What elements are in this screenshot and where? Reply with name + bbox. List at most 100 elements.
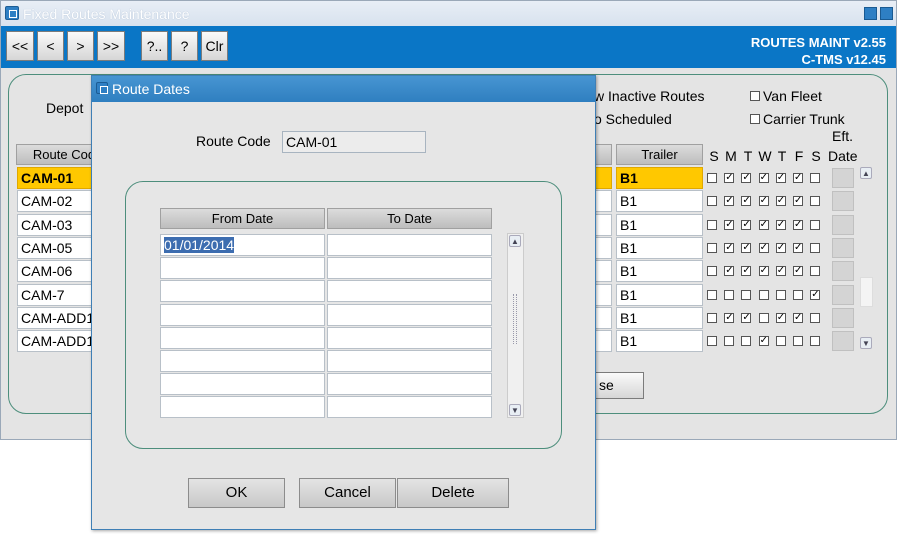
day-checkbox[interactable]: ✓ bbox=[724, 173, 735, 183]
day-checkbox[interactable] bbox=[741, 336, 752, 347]
first-record-button[interactable]: << bbox=[6, 31, 34, 61]
eft-date-button[interactable] bbox=[832, 237, 854, 258]
to-date-cell[interactable] bbox=[327, 234, 492, 256]
to-date-cell[interactable] bbox=[327, 326, 492, 349]
day-checkbox[interactable] bbox=[810, 196, 821, 207]
day-checkbox[interactable]: ✓ bbox=[775, 266, 786, 277]
day-checkbox[interactable]: ✓ bbox=[741, 196, 752, 207]
hidden-column-cell[interactable] bbox=[594, 190, 612, 213]
eft-date-button[interactable] bbox=[832, 284, 854, 305]
trailer-cell[interactable]: B1 bbox=[616, 306, 703, 329]
day-checkbox[interactable] bbox=[793, 289, 803, 300]
trailer-cell[interactable]: B1 bbox=[616, 167, 703, 189]
day-checkbox[interactable] bbox=[707, 289, 717, 300]
trailer-cell[interactable]: B1 bbox=[616, 330, 703, 353]
eft-date-button[interactable] bbox=[832, 307, 854, 328]
day-checkbox[interactable] bbox=[741, 289, 752, 300]
day-checkbox[interactable]: ✓ bbox=[775, 219, 786, 230]
day-checkbox[interactable]: ✓ bbox=[741, 266, 752, 277]
from-date-cell[interactable] bbox=[160, 396, 325, 419]
from-date-cell[interactable] bbox=[160, 373, 325, 396]
hidden-column-cell[interactable] bbox=[594, 236, 612, 259]
day-checkbox[interactable] bbox=[707, 173, 717, 183]
clear-button[interactable]: Clr bbox=[201, 31, 228, 61]
day-checkbox[interactable]: ✓ bbox=[741, 219, 752, 230]
day-checkbox[interactable] bbox=[810, 312, 821, 323]
scroll-down-icon[interactable]: ▼ bbox=[860, 337, 872, 349]
day-checkbox[interactable]: ✓ bbox=[741, 312, 752, 323]
day-checkbox[interactable]: ✓ bbox=[758, 196, 769, 207]
day-checkbox[interactable]: ✓ bbox=[793, 219, 803, 230]
day-checkbox[interactable]: ✓ bbox=[793, 173, 803, 183]
to-date-cell[interactable] bbox=[327, 373, 492, 396]
to-date-cell[interactable] bbox=[327, 257, 492, 280]
day-checkbox[interactable] bbox=[707, 312, 717, 323]
day-checkbox[interactable]: ✓ bbox=[724, 196, 735, 207]
next-record-button[interactable]: > bbox=[67, 31, 94, 61]
day-checkbox[interactable] bbox=[810, 173, 821, 183]
trailer-cell[interactable]: B1 bbox=[616, 236, 703, 259]
dates-scroll-down-icon[interactable]: ▼ bbox=[509, 404, 521, 416]
dates-scroll-grip[interactable] bbox=[513, 294, 517, 344]
day-checkbox[interactable]: ✓ bbox=[741, 242, 752, 253]
from-date-cell[interactable] bbox=[160, 350, 325, 372]
to-date-cell[interactable] bbox=[327, 350, 492, 372]
maximize-icon[interactable] bbox=[880, 7, 893, 20]
day-checkbox[interactable]: ✓ bbox=[775, 312, 786, 323]
from-date-cell[interactable] bbox=[160, 280, 325, 303]
list-values-button[interactable]: ?.. bbox=[141, 31, 168, 61]
day-checkbox[interactable] bbox=[707, 336, 717, 347]
day-checkbox[interactable] bbox=[724, 289, 735, 300]
day-checkbox[interactable] bbox=[793, 336, 803, 347]
hidden-column-cell[interactable] bbox=[594, 283, 612, 306]
scroll-up-icon[interactable]: ▲ bbox=[860, 167, 872, 179]
day-checkbox[interactable]: ✓ bbox=[758, 173, 769, 183]
day-checkbox[interactable] bbox=[775, 336, 786, 347]
day-checkbox[interactable] bbox=[707, 266, 717, 277]
hidden-column-cell[interactable] bbox=[594, 330, 612, 353]
day-checkbox[interactable]: ✓ bbox=[724, 312, 735, 323]
hidden-column-cell[interactable] bbox=[594, 167, 612, 189]
day-checkbox[interactable] bbox=[810, 219, 821, 230]
day-checkbox[interactable]: ✓ bbox=[775, 196, 786, 207]
day-checkbox[interactable]: ✓ bbox=[758, 242, 769, 253]
help-button[interactable]: ? bbox=[171, 31, 198, 61]
day-checkbox[interactable]: ✓ bbox=[793, 266, 803, 277]
scroll-thumb[interactable] bbox=[860, 277, 873, 307]
day-checkbox[interactable]: ✓ bbox=[758, 219, 769, 230]
day-checkbox[interactable]: ✓ bbox=[758, 336, 769, 347]
day-checkbox[interactable] bbox=[707, 242, 717, 253]
day-checkbox[interactable]: ✓ bbox=[793, 242, 803, 253]
day-checkbox[interactable]: ✓ bbox=[775, 242, 786, 253]
previous-record-button[interactable]: < bbox=[37, 31, 64, 61]
delete-button[interactable]: Delete bbox=[397, 478, 509, 508]
trailer-cell[interactable]: B1 bbox=[616, 213, 703, 236]
day-checkbox[interactable]: ✓ bbox=[810, 289, 821, 300]
day-checkbox[interactable]: ✓ bbox=[724, 219, 735, 230]
partial-button[interactable]: se bbox=[594, 372, 644, 399]
last-record-button[interactable]: >> bbox=[97, 31, 125, 61]
trailer-cell[interactable]: B1 bbox=[616, 190, 703, 213]
day-checkbox[interactable] bbox=[810, 266, 821, 277]
cancel-button[interactable]: Cancel bbox=[299, 478, 396, 508]
van-fleet-checkbox[interactable] bbox=[750, 91, 760, 101]
from-date-cell[interactable]: 01/01/2014 bbox=[160, 234, 325, 256]
day-checkbox[interactable]: ✓ bbox=[793, 196, 803, 207]
trailer-cell[interactable]: B1 bbox=[616, 283, 703, 306]
ok-button[interactable]: OK bbox=[188, 478, 285, 508]
carrier-trunk-checkbox[interactable] bbox=[750, 114, 760, 124]
day-checkbox[interactable] bbox=[758, 312, 769, 323]
eft-date-button[interactable] bbox=[832, 261, 854, 282]
to-date-cell[interactable] bbox=[327, 303, 492, 326]
day-checkbox[interactable]: ✓ bbox=[724, 266, 735, 277]
day-checkbox[interactable] bbox=[758, 289, 769, 300]
dates-scroll-up-icon[interactable]: ▲ bbox=[509, 235, 521, 247]
eft-date-button[interactable] bbox=[832, 214, 854, 235]
dates-scrollbar[interactable]: ▲ ▼ bbox=[507, 233, 524, 418]
eft-date-button[interactable] bbox=[832, 168, 854, 188]
from-date-cell[interactable] bbox=[160, 326, 325, 349]
from-date-cell[interactable] bbox=[160, 257, 325, 280]
hidden-column-cell[interactable] bbox=[594, 306, 612, 329]
day-checkbox[interactable] bbox=[707, 196, 717, 207]
day-checkbox[interactable]: ✓ bbox=[741, 173, 752, 183]
